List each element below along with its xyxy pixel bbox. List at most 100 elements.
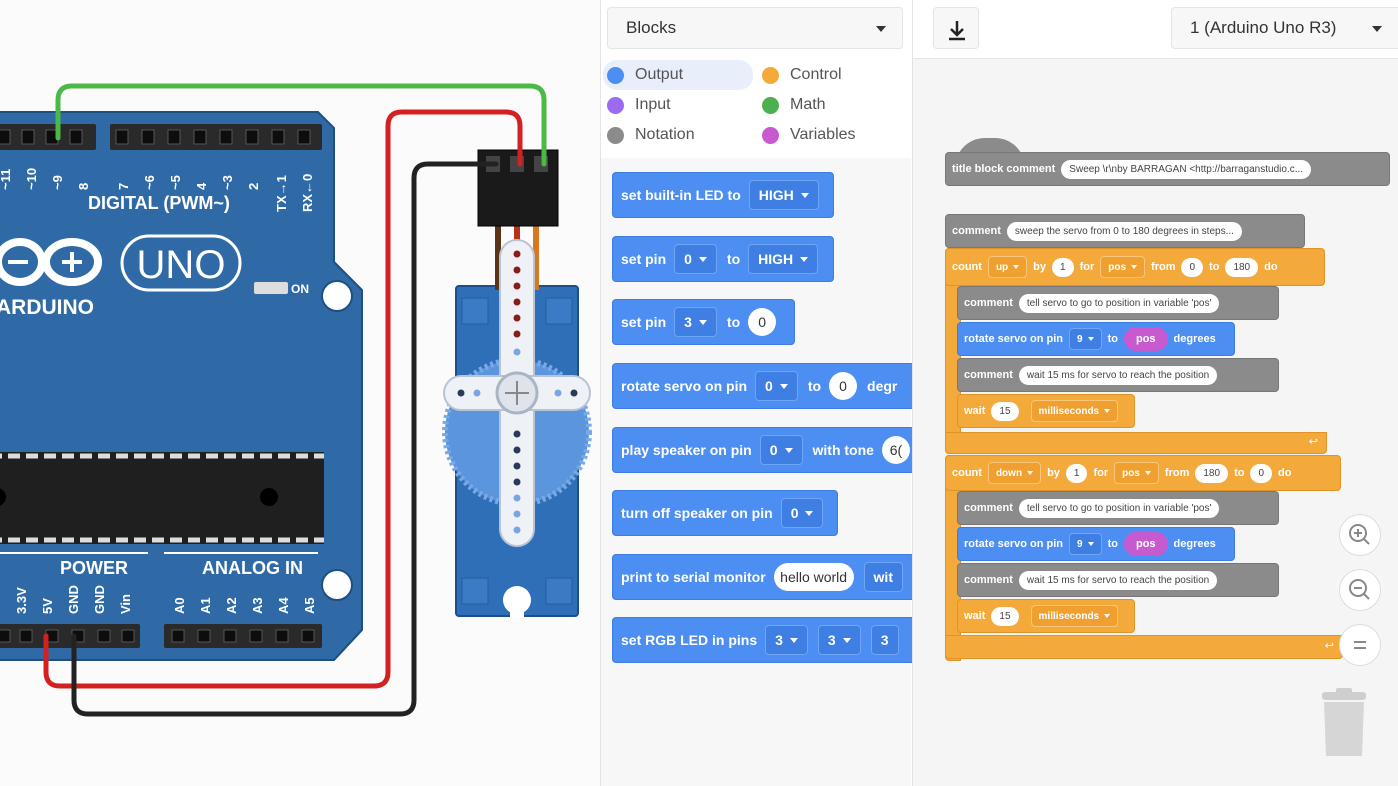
block-label: comment: [964, 502, 1013, 514]
count-up-loop[interactable]: count up by 1 for pos from 0 to 180 do c…: [945, 248, 1327, 454]
block-label: for: [1093, 467, 1109, 479]
pin-dropdown[interactable]: 3: [765, 625, 808, 655]
caret-icon: [1027, 471, 1034, 475]
pin-label-11: ~11: [0, 169, 13, 190]
title-comment-block[interactable]: title block comment Sweep \r\nby BARRAGA…: [945, 152, 1390, 186]
code-workspace[interactable]: 1 (Arduino Uno R3) title block comment S…: [913, 0, 1398, 786]
pin-label-4: 4: [194, 182, 209, 190]
zoom-in-button[interactable]: [1339, 514, 1381, 556]
comment-block[interactable]: comment wait 15 ms for servo to reach th…: [957, 358, 1279, 392]
caret-icon: [698, 319, 707, 325]
palette-block-set-pin[interactable]: set pin 0 to HIGH: [612, 236, 834, 282]
start-input[interactable]: 180: [1195, 463, 1229, 483]
newline-dropdown[interactable]: wit: [863, 562, 903, 592]
board-brand: ARDUINO: [0, 296, 94, 319]
count-down-loop[interactable]: count down by 1 for pos from 180 to 0 do…: [945, 455, 1343, 661]
value-input[interactable]: hello world: [773, 563, 854, 591]
wait-block[interactable]: wait 15 milliseconds: [957, 599, 1135, 633]
palette-block-speaker-off[interactable]: turn off speaker on pin 0: [612, 490, 838, 536]
pin-dropdown[interactable]: 0: [674, 244, 717, 274]
value-dropdown[interactable]: HIGH: [748, 244, 819, 274]
comment-input[interactable]: tell servo to go to position in variable…: [1018, 498, 1220, 518]
caret-icon: [1131, 265, 1138, 269]
mode-select[interactable]: Blocks: [607, 7, 903, 49]
zoom-reset-icon: [1354, 641, 1366, 649]
palette-block-set-led[interactable]: set built-in LED to HIGH: [612, 172, 834, 218]
pin-dropdown[interactable]: 9: [1069, 533, 1102, 555]
comment-input[interactable]: tell servo to go to position in variable…: [1018, 293, 1220, 313]
palette-block-set-rgb[interactable]: set RGB LED in pins 3 3 3: [612, 617, 912, 663]
pin-dropdown[interactable]: 0: [759, 435, 803, 465]
blocks-palette: Blocks Output Control Input Math Notatio…: [601, 0, 913, 786]
block-text: set pin: [621, 251, 667, 267]
palette-block-serial-print[interactable]: print to serial monitor hello world wit: [612, 554, 912, 600]
comment-block[interactable]: comment sweep the servo from 0 to 180 de…: [945, 214, 1305, 248]
block-label: count: [952, 261, 982, 273]
variable-dropdown[interactable]: pos: [1100, 256, 1146, 278]
direction-dropdown[interactable]: down: [987, 462, 1042, 484]
category-notation[interactable]: Notation: [607, 121, 695, 149]
value-input[interactable]: 6(: [881, 436, 910, 464]
zoom-reset-button[interactable]: [1339, 624, 1381, 666]
category-label: Output: [635, 66, 684, 83]
comment-block[interactable]: comment tell servo to go to position in …: [957, 491, 1279, 525]
category-output[interactable]: Output: [607, 61, 683, 89]
rotate-servo-block[interactable]: rotate servo on pin 9 to pos degrees: [957, 527, 1235, 561]
comment-block[interactable]: comment tell servo to go to position in …: [957, 286, 1279, 320]
wait-block[interactable]: wait 15 milliseconds: [957, 394, 1135, 428]
palette-block-play-speaker[interactable]: play speaker on pin 0 with tone 6(: [612, 427, 912, 473]
category-input[interactable]: Input: [607, 91, 671, 119]
wait-input[interactable]: 15: [991, 401, 1019, 421]
block-text: with tone: [812, 442, 874, 458]
comment-input[interactable]: wait 15 ms for servo to reach the positi…: [1018, 570, 1218, 590]
device-select[interactable]: 1 (Arduino Uno R3): [1171, 7, 1398, 49]
variable-dropdown[interactable]: pos: [1114, 462, 1159, 484]
pin-dropdown[interactable]: 3: [870, 625, 899, 655]
pin-dropdown[interactable]: 3: [674, 307, 717, 337]
unit-dropdown[interactable]: milliseconds: [1030, 605, 1119, 627]
block-label: comment: [952, 225, 1001, 237]
value-input[interactable]: 0: [748, 308, 777, 336]
zoom-out-button[interactable]: [1339, 569, 1381, 611]
pin-dropdown[interactable]: 0: [755, 371, 798, 401]
start-input[interactable]: 0: [1181, 257, 1204, 277]
dropdown-value: 3: [880, 632, 889, 648]
pin-label-2: 2: [246, 183, 261, 190]
count-up-header[interactable]: count up by 1 for pos from 0 to 180 do: [945, 248, 1325, 286]
category-control[interactable]: Control: [762, 61, 842, 89]
value-input[interactable]: 0: [829, 372, 858, 400]
end-input[interactable]: 0: [1250, 463, 1273, 483]
circuit-canvas[interactable]: ~11 ~10 ~9 8 7 ~6 ~5 4 ~3 2 TX→1 RX←0 DI…: [0, 0, 601, 786]
pos-variable[interactable]: pos: [1123, 532, 1168, 556]
comment-input[interactable]: wait 15 ms for servo to reach the positi…: [1018, 365, 1218, 385]
pos-variable[interactable]: pos: [1123, 327, 1168, 351]
category-variables[interactable]: Variables: [762, 121, 856, 149]
comment-input[interactable]: sweep the servo from 0 to 180 degrees in…: [1006, 221, 1242, 241]
led-value-dropdown[interactable]: HIGH: [748, 180, 819, 210]
math-dot-icon: [762, 96, 779, 114]
category-math[interactable]: Math: [762, 91, 826, 119]
step-input[interactable]: 1: [1052, 257, 1074, 277]
pin-dropdown[interactable]: 3: [817, 625, 861, 655]
dropdown-value: 0: [765, 378, 773, 394]
wait-input[interactable]: 15: [991, 606, 1019, 626]
pin-dropdown[interactable]: 0: [780, 498, 824, 528]
trash-button[interactable]: [1316, 688, 1372, 758]
comment-block[interactable]: comment wait 15 ms for servo to reach th…: [957, 563, 1279, 597]
direction-dropdown[interactable]: up: [987, 256, 1028, 278]
block-text: to: [726, 251, 741, 267]
pin-dropdown[interactable]: 9: [1069, 328, 1102, 350]
palette-block-set-pin-analog[interactable]: set pin 3 to 0: [612, 299, 795, 345]
variables-dot-icon: [762, 126, 779, 144]
caret-icon: [1104, 409, 1111, 413]
pin-label-9: ~9: [50, 175, 65, 190]
download-button[interactable]: [933, 7, 979, 49]
palette-block-rotate-servo[interactable]: rotate servo on pin 0 to 0 degr: [612, 363, 912, 409]
title-comment-input[interactable]: Sweep \r\nby BARRAGAN <http://barraganst…: [1061, 159, 1312, 179]
count-down-header[interactable]: count down by 1 for pos from 180 to 0 do: [945, 455, 1341, 491]
step-input[interactable]: 1: [1065, 463, 1088, 483]
rotate-servo-block[interactable]: rotate servo on pin 9 to pos degrees: [957, 322, 1235, 356]
end-input[interactable]: 180: [1225, 257, 1259, 277]
unit-dropdown[interactable]: milliseconds: [1030, 400, 1119, 422]
caret-icon: [800, 192, 809, 198]
